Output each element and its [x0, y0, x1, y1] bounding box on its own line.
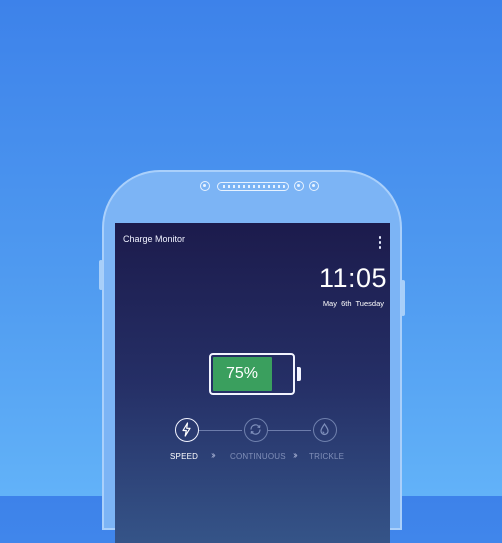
more-vertical-icon[interactable]	[376, 236, 384, 252]
clock-date: May 6th Tuesday	[323, 299, 384, 308]
clock-time: 11:05	[318, 263, 387, 293]
speed-stage-label: SPEED	[170, 452, 199, 461]
earpiece-speaker	[217, 182, 289, 191]
front-sensor-right	[309, 181, 319, 191]
battery-terminal	[297, 367, 301, 381]
stage-connector	[268, 430, 311, 431]
app-title: Charge Monitor	[123, 234, 186, 244]
stage-connector	[199, 430, 242, 431]
front-sensor-left	[200, 181, 210, 191]
water-drop-icon	[320, 422, 329, 436]
front-camera	[294, 181, 304, 191]
chevron-right-icon: ››	[293, 450, 297, 461]
trickle-stage-button[interactable]	[313, 418, 337, 442]
continuous-stage-label: CONTINUOUS	[230, 452, 286, 461]
trickle-stage-label: TRICKLE	[309, 452, 345, 461]
battery-indicator: 75%	[209, 353, 295, 395]
power-button	[401, 280, 405, 316]
speed-stage-button[interactable]	[175, 418, 199, 442]
date-day: May 6th	[322, 299, 352, 308]
continuous-stage-button[interactable]	[244, 418, 268, 442]
phone-screen: Charge Monitor 11:05 May 6thTuesday 75%	[115, 223, 390, 543]
phone-frame: Charge Monitor 11:05 May 6thTuesday 75%	[99, 170, 405, 543]
volume-button	[99, 260, 103, 290]
date-weekday: Tuesday	[355, 299, 385, 308]
battery-percent: 75%	[225, 365, 259, 382]
chevron-right-icon: ››	[211, 450, 215, 461]
lightning-bolt-icon	[182, 422, 191, 437]
refresh-cycle-icon	[250, 424, 261, 435]
